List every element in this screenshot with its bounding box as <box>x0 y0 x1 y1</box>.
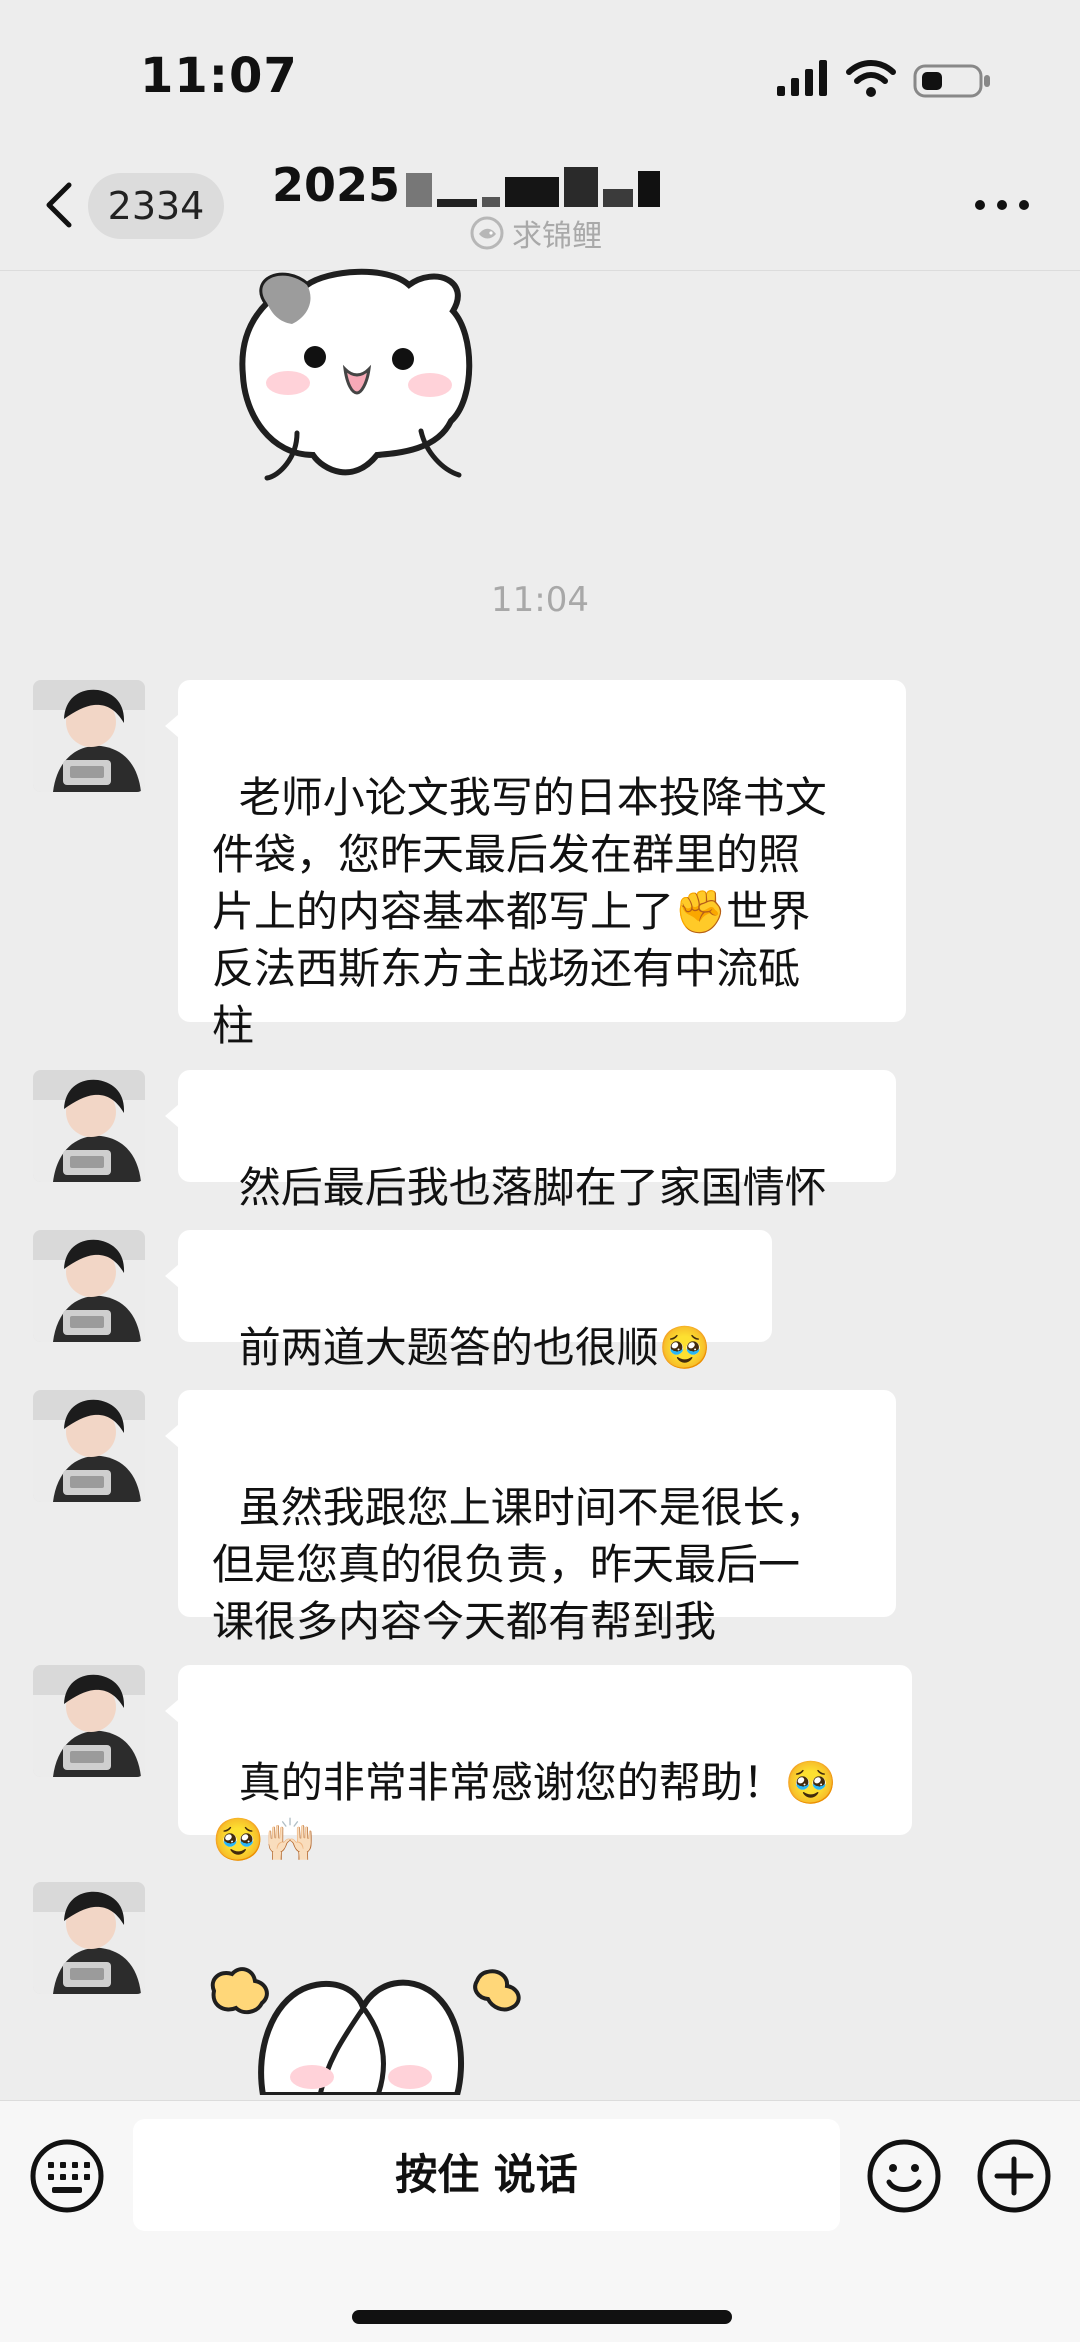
lucky-fish-icon <box>470 216 504 250</box>
unread-count-badge[interactable]: 2334 <box>88 173 224 239</box>
chat-header: 2334 2025 求锦鲤 <box>0 135 1080 271</box>
chat-input-bar: 按住 说话 <box>0 2100 1080 2342</box>
wifi-icon <box>846 60 896 97</box>
chat-title: 2025 <box>272 158 401 212</box>
chat-title-wrap: 2025 <box>272 155 665 215</box>
back-button[interactable] <box>35 175 83 235</box>
message-timestamp: 11:04 <box>491 580 589 620</box>
incoming-message-bubble[interactable]: 虽然我跟您上课时间不是很长， 但是您真的很负责，昨天最后一 课很多内容今天都有帮… <box>165 1390 896 1646</box>
bunny-sticker[interactable] <box>185 1965 535 2095</box>
incoming-message-bubble[interactable]: 真的非常非常感谢您的帮助！🥹 🥹🙌🏻 <box>165 1665 912 1864</box>
sender-avatar[interactable] <box>33 680 145 792</box>
keyboard-toggle-button[interactable] <box>28 2137 106 2215</box>
chat-subtitle-label: 求锦鲤 <box>512 219 602 254</box>
message-text: 虽然我跟您上课时间不是很长， 但是您真的很负责，昨天最后一 课很多内容今天都有帮… <box>212 1483 827 1646</box>
bunny-sticker[interactable] <box>225 265 495 495</box>
incoming-message-bubble[interactable]: 前两道大题答的也很顺🥹 <box>165 1230 772 1372</box>
message-text: 前两道大题答的也很顺🥹 <box>238 1323 711 1372</box>
emoji-button[interactable] <box>865 2137 943 2215</box>
sender-avatar[interactable] <box>33 1230 145 1342</box>
sender-avatar[interactable] <box>33 1665 145 1777</box>
cellular-signal-icon <box>777 60 827 96</box>
incoming-message-bubble[interactable]: 老师小论文我写的日本投降书文 件袋，您昨天最后发在群里的照 片上的内容基本都写上… <box>165 680 906 1050</box>
sender-avatar[interactable] <box>33 1070 145 1182</box>
status-time: 11:07 <box>140 48 298 104</box>
title-pixelation <box>406 163 665 207</box>
more-actions-button[interactable] <box>975 2137 1053 2215</box>
battery-icon <box>913 64 990 98</box>
chat-subtitle: 求锦鲤 <box>470 213 602 254</box>
more-options-button[interactable] <box>972 193 1032 217</box>
status-bar: 11:07 <box>0 0 1080 135</box>
sender-avatar[interactable] <box>33 1390 145 1502</box>
message-text: 真的非常非常感谢您的帮助！🥹 🥹🙌🏻 <box>212 1758 837 1864</box>
incoming-message-bubble[interactable]: 然后最后我也落脚在了家国情怀 <box>165 1070 896 1212</box>
message-text: 然后最后我也落脚在了家国情怀 <box>238 1163 827 1212</box>
hold-to-talk-button[interactable]: 按住 说话 <box>133 2119 840 2231</box>
sender-avatar[interactable] <box>33 1882 145 1994</box>
message-text: 老师小论文我写的日本投降书文 件袋，您昨天最后发在群里的照 片上的内容基本都写上… <box>212 773 827 1050</box>
home-indicator <box>352 2310 732 2324</box>
